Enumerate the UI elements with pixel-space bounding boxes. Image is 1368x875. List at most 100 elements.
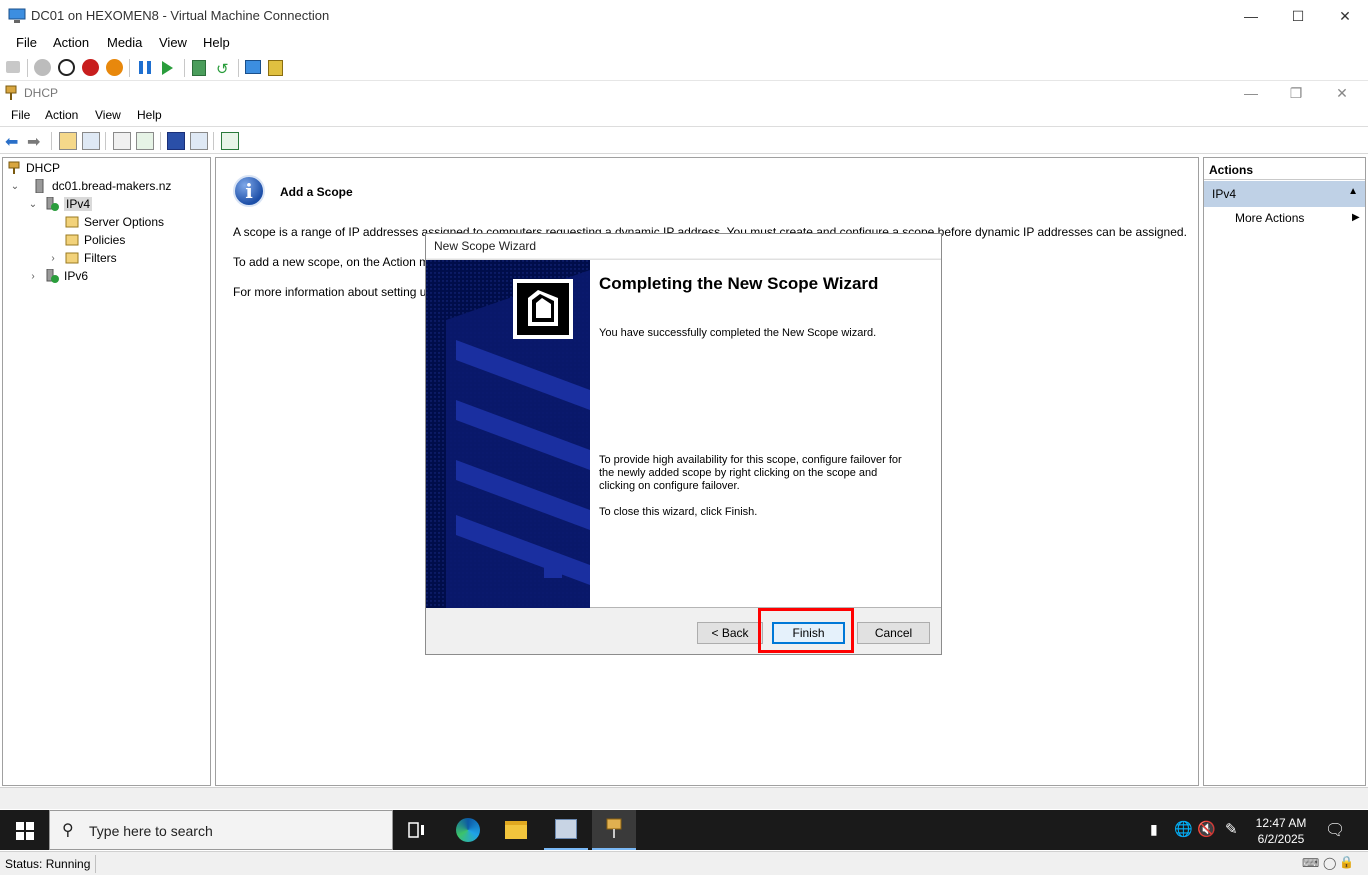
show-action-pane-icon[interactable] [190, 132, 208, 150]
tree-label: Server Options [84, 215, 164, 229]
file-explorer-icon[interactable] [494, 810, 538, 850]
new-scope-wizard-dialog: New Scope Wizard [425, 233, 942, 655]
chevron-right-icon[interactable]: › [47, 253, 59, 264]
wizard-heading: Completing the New Scope Wizard [599, 275, 929, 293]
lock-icon: 🔒 [1339, 855, 1354, 869]
vm-menu-action[interactable]: Action [53, 35, 89, 50]
wizard-banner-art-icon [426, 260, 590, 608]
server-manager-icon[interactable] [544, 810, 588, 850]
pause-icon[interactable] [139, 61, 151, 74]
submenu-arrow-icon: ▶ [1352, 212, 1360, 223]
tree-item-policies[interactable]: Policies [65, 231, 125, 249]
actions-pane: Actions IPv4 ▲ More Actions ▶ [1203, 157, 1366, 786]
vm-status-text: Status: Running [5, 857, 90, 871]
mmc-menu-view[interactable]: View [95, 108, 121, 122]
save-state-icon[interactable] [106, 59, 123, 76]
vm-menu-view[interactable]: View [159, 35, 187, 50]
task-view-icon[interactable] [395, 810, 439, 850]
minimize-button[interactable]: — [1228, 0, 1274, 32]
network-icon[interactable]: 🌐 [1174, 820, 1193, 838]
tree-item-server[interactable]: ⌄ dc01.bread-makers.nz [9, 177, 171, 195]
info-icon: i [233, 175, 265, 207]
help-icon[interactable] [167, 132, 185, 150]
refresh-icon[interactable] [136, 132, 154, 150]
ipv4-icon [45, 197, 59, 211]
chevron-down-icon[interactable]: ⌄ [27, 199, 39, 210]
tree-label: IPv4 [64, 197, 92, 211]
properties-icon[interactable] [113, 132, 131, 150]
forward-arrow-icon[interactable]: ➡ [27, 132, 40, 152]
vm-menu-media[interactable]: Media [107, 35, 142, 50]
back-button[interactable]: < Back [697, 622, 763, 644]
search-icon: ⚲ [62, 820, 74, 840]
console-tree: DHCP ⌄ dc01.bread-makers.nz ⌄ IPv4 Serve… [2, 157, 211, 786]
tree-item-filters[interactable]: › Filters [47, 249, 117, 267]
wizard-body: Completing the New Scope Wizard You have… [426, 259, 941, 608]
display-statistics-icon[interactable] [221, 132, 239, 150]
back-arrow-icon[interactable]: ⬅ [5, 132, 18, 152]
dhcp-taskbar-icon[interactable] [592, 810, 636, 850]
mmc-menu-bar: File Action View Help [0, 105, 1368, 127]
enhanced-session-icon[interactable] [245, 60, 261, 74]
tree-item-server-options[interactable]: Server Options [65, 213, 164, 231]
vm-menu-file[interactable]: File [16, 35, 37, 50]
turn-off-icon[interactable] [58, 59, 75, 76]
taskbar-search-box[interactable]: ⚲ Type here to search [49, 810, 393, 850]
battery-icon[interactable]: ▮ [1150, 821, 1158, 838]
dhcp-icon [4, 85, 18, 101]
mmc-menu-action[interactable]: Action [45, 108, 78, 122]
up-folder-icon[interactable] [59, 132, 77, 150]
share-icon[interactable] [268, 60, 283, 76]
pen-icon[interactable]: ✎ [1225, 820, 1238, 838]
status-separator [95, 855, 96, 873]
notification-icon[interactable]: 🗨 [1325, 820, 1345, 840]
resume-icon[interactable] [162, 61, 173, 75]
cancel-button[interactable]: Cancel [857, 622, 930, 644]
start-icon[interactable] [34, 59, 51, 76]
more-info-text: For more information about setting u [233, 285, 426, 299]
more-actions-link[interactable]: More Actions [1235, 211, 1304, 225]
toolbar-separator [184, 59, 185, 77]
actions-section-ipv4[interactable]: IPv4 ▲ [1204, 181, 1365, 207]
tree-item-ipv4[interactable]: ⌄ IPv4 [27, 195, 92, 213]
add-scope-instruction: To add a new scope, on the Action m [233, 255, 429, 269]
vm-menu-help[interactable]: Help [203, 35, 230, 50]
wizard-failover-text: To provide high availability for this sc… [599, 454, 909, 493]
clock-time: 12:47 AM [1246, 815, 1316, 831]
chevron-right-icon[interactable]: › [27, 271, 39, 282]
edge-browser-icon[interactable] [446, 810, 490, 850]
mmc-menu-file[interactable]: File [11, 108, 30, 122]
mmc-toolbar: ⬅ ➡ [0, 128, 1368, 154]
mmc-menu-help[interactable]: Help [137, 108, 162, 122]
chevron-down-icon[interactable]: ⌄ [9, 181, 21, 192]
toolbar-separator [238, 59, 239, 77]
finish-button[interactable]: Finish [772, 622, 845, 644]
actions-header: Actions [1204, 158, 1365, 180]
show-hide-tree-icon[interactable] [82, 132, 100, 150]
mouse-icon: ◯ [1323, 856, 1336, 870]
shutdown-icon[interactable] [82, 59, 99, 76]
maximize-button[interactable]: ☐ [1275, 0, 1321, 32]
monitor-icon [8, 8, 26, 24]
tree-label: IPv6 [64, 269, 88, 283]
revert-icon[interactable]: ↺ [216, 60, 229, 78]
windows-start-icon[interactable] [16, 822, 34, 840]
volume-muted-icon[interactable]: 🔇 [1197, 820, 1216, 838]
tree-item-dhcp[interactable]: DHCP [7, 159, 60, 177]
taskbar-clock[interactable]: 12:47 AM 6/2/2025 [1246, 815, 1316, 847]
taskbar: ⚲ Type here to search ▮ 🌐 🔇 ✎ 12:47 AM 6… [0, 810, 1368, 850]
wizard-title: New Scope Wizard [426, 234, 941, 258]
page-title: Add a Scope [280, 185, 353, 199]
mmc-title-bar: DHCP — ❐ ✕ [0, 82, 1368, 104]
collapse-icon[interactable]: ▲ [1348, 186, 1358, 197]
toolbar-separator [27, 59, 28, 77]
mmc-status-bar [0, 787, 1368, 809]
close-button[interactable]: ✕ [1322, 0, 1368, 32]
wizard-banner [426, 260, 590, 608]
ctrl-alt-del-icon[interactable] [6, 61, 20, 73]
tree-item-ipv6[interactable]: › IPv6 [27, 267, 88, 285]
filters-icon [65, 251, 79, 265]
dhcp-icon [7, 161, 21, 175]
more-actions-label: More Actions [1235, 211, 1304, 225]
checkpoint-icon[interactable] [192, 60, 206, 76]
